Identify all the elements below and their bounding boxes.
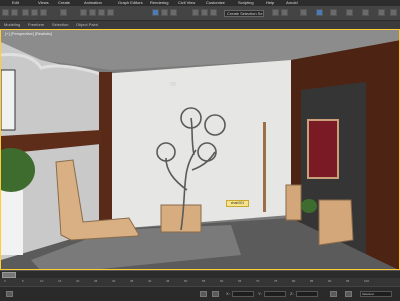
track-tick: 60	[220, 279, 224, 283]
render-setup-icon[interactable]	[362, 9, 369, 16]
schematic-view-icon[interactable]	[330, 9, 337, 16]
layer-explorer-icon[interactable]	[300, 9, 307, 16]
status-bar: X: Y: Z: Selected	[0, 286, 400, 301]
align-icon[interactable]	[281, 9, 288, 16]
left-window	[1, 69, 16, 131]
snap-toggle-icon[interactable]	[192, 9, 199, 16]
render-production-icon[interactable]	[390, 9, 397, 16]
track-tick: 0	[4, 279, 6, 283]
track-tick: 15	[58, 279, 62, 283]
named-selection-set-dropdown[interactable]: Create Selection Se	[224, 10, 264, 17]
wood-column	[99, 72, 112, 224]
ribbon-tab-modeling[interactable]: Modeling	[4, 21, 20, 29]
track-tick: 35	[130, 279, 134, 283]
material-editor-icon[interactable]	[346, 9, 353, 16]
selection-filter-icon[interactable]	[60, 9, 67, 16]
track-tick: 85	[310, 279, 314, 283]
bind-space-warp-icon[interactable]	[40, 9, 47, 16]
x-coordinate-field[interactable]	[232, 291, 254, 297]
curve-editor-icon[interactable]	[316, 9, 323, 16]
undo-icon[interactable]	[2, 9, 9, 16]
coat-rack	[263, 122, 266, 212]
ribbon-tab-object-paint[interactable]: Object Paint	[76, 21, 98, 29]
track-tick: 75	[274, 279, 278, 283]
set-key-icon[interactable]	[345, 291, 352, 297]
track-tick: 45	[166, 279, 170, 283]
viewport-label[interactable]: [+] [Perspective] [Realistic]	[5, 31, 52, 36]
selection-lock-icon[interactable]	[200, 291, 207, 297]
track-tick: 80	[292, 279, 296, 283]
planter	[1, 190, 23, 255]
track-tick: 10	[40, 279, 44, 283]
track-tick: 90	[328, 279, 332, 283]
track-tick: 50	[184, 279, 188, 283]
object-tooltip: chair001	[226, 200, 249, 207]
maxscript-listener-icon[interactable]	[6, 291, 13, 297]
auto-key-icon[interactable]	[330, 291, 337, 297]
track-tick: 40	[148, 279, 152, 283]
absolute-mode-icon[interactable]	[212, 291, 219, 297]
small-plant	[301, 199, 317, 213]
z-label: Z:	[290, 291, 294, 296]
track-tick: 70	[256, 279, 260, 283]
right-lounge-chair	[318, 199, 354, 246]
track-tick: 65	[238, 279, 242, 283]
mirror-icon[interactable]	[272, 9, 279, 16]
main-toolbar: Create Selection Se	[0, 6, 400, 21]
window-crossing-icon[interactable]	[107, 9, 114, 16]
key-mode-dropdown[interactable]: Selected	[360, 291, 392, 297]
perspective-viewport[interactable]: [+] [Perspective] [Realistic] chair001	[0, 29, 400, 270]
redo-icon[interactable]	[11, 9, 18, 16]
rectangular-selection-icon[interactable]	[98, 9, 105, 16]
select-by-name-icon[interactable]	[89, 9, 96, 16]
track-tick: 25	[94, 279, 98, 283]
y-coordinate-field[interactable]	[264, 291, 286, 297]
track-tick: 20	[76, 279, 80, 283]
track-tick: 100	[364, 279, 370, 283]
track-tick: 30	[112, 279, 116, 283]
ribbon-tab-freeform[interactable]: Freeform	[28, 21, 44, 29]
select-scale-icon[interactable]	[170, 9, 177, 16]
track-tick: 55	[202, 279, 206, 283]
select-move-icon[interactable]	[152, 9, 159, 16]
track-tick: 95	[346, 279, 350, 283]
y-label: Y:	[258, 291, 262, 296]
z-coordinate-field[interactable]	[296, 291, 318, 297]
x-label: X:	[226, 291, 230, 296]
trackbar[interactable]: 0 5 10 15 20 25 30 35 40 45 50 55 60 65 …	[0, 278, 400, 286]
unlink-icon[interactable]	[31, 9, 38, 16]
ribbon-tab-selection[interactable]: Selection	[52, 21, 68, 29]
angle-snap-icon[interactable]	[201, 9, 208, 16]
select-object-icon[interactable]	[80, 9, 87, 16]
right-chair	[285, 184, 302, 221]
percent-snap-icon[interactable]	[210, 9, 217, 16]
scene-render	[1, 30, 399, 269]
rendered-frame-window-icon[interactable]	[378, 9, 385, 16]
fireplace-painting	[307, 119, 339, 179]
select-rotate-icon[interactable]	[161, 9, 168, 16]
link-icon[interactable]	[22, 9, 29, 16]
track-tick: 5	[22, 279, 24, 283]
